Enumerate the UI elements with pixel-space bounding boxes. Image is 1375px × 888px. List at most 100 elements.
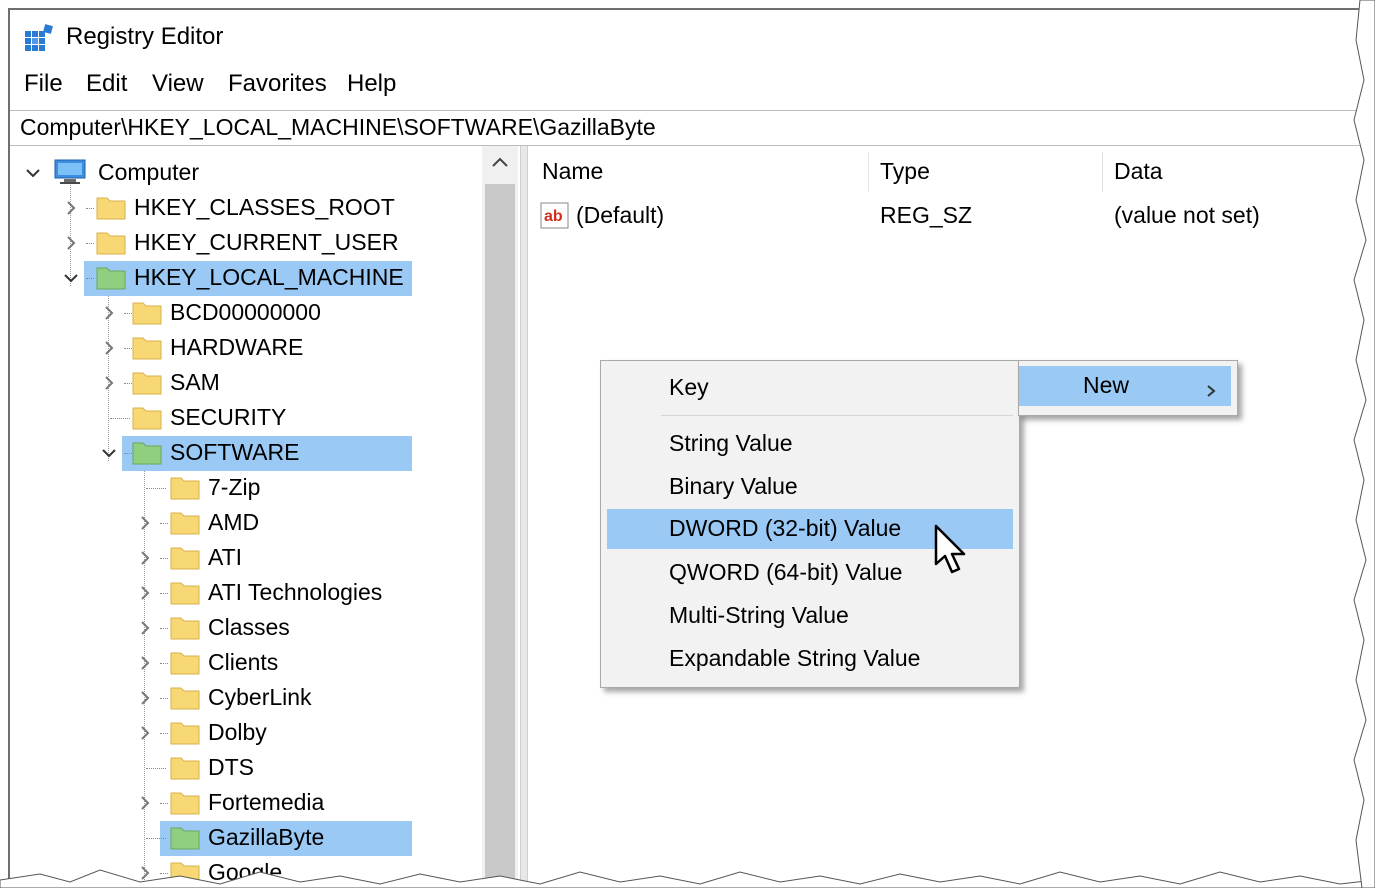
menu-file[interactable]: File [22, 70, 65, 98]
folder-icon [96, 197, 126, 220]
tree-item-label: HKEY_CLASSES_ROOT [134, 194, 395, 220]
folder-icon [170, 862, 200, 882]
tree-item-hardware[interactable]: HARDWARE [10, 331, 480, 366]
chevron-right-icon[interactable] [136, 584, 154, 602]
chevron-right-icon[interactable] [136, 549, 154, 567]
folder-icon [96, 232, 126, 255]
tree-scrollbar[interactable] [482, 146, 518, 882]
column-header-data[interactable]: Data [1114, 158, 1163, 185]
column-header-type[interactable]: Type [880, 158, 930, 185]
tree-item-ati[interactable]: ATI [10, 541, 480, 576]
chevron-right-icon[interactable] [136, 794, 154, 812]
menu-item-label: DWORD (32-bit) Value [669, 515, 902, 541]
tree-item-label: HKEY_LOCAL_MACHINE [134, 264, 404, 290]
tree-item-label: HKEY_CURRENT_USER [134, 229, 399, 255]
scroll-thumb[interactable] [485, 184, 515, 882]
tree-item-cyberlink[interactable]: CyberLink [10, 681, 480, 716]
tree-connector [124, 348, 132, 349]
menu-item-label: String Value [669, 430, 793, 456]
tree-connector [124, 383, 132, 384]
menu-item-label: QWORD (64-bit) Value [669, 559, 903, 585]
address-bar[interactable]: Computer\HKEY_LOCAL_MACHINE\SOFTWARE\Gaz… [10, 110, 1362, 146]
menu-item-label: Binary Value [669, 473, 798, 499]
chevron-right-icon[interactable] [62, 199, 80, 217]
chevron-right-icon[interactable] [100, 374, 118, 392]
tree-item-bcd00000000[interactable]: BCD00000000 [10, 296, 480, 331]
tree-item-dolby[interactable]: Dolby [10, 716, 480, 751]
menu-view[interactable]: View [150, 70, 206, 98]
chevron-right-icon[interactable] [136, 724, 154, 742]
tree-item-hkey-local-machine[interactable]: HKEY_LOCAL_MACHINE [10, 261, 480, 296]
menu-item-key[interactable]: Key [601, 371, 1019, 405]
tree-connector [160, 733, 168, 734]
tree-item-label: CyberLink [208, 684, 312, 710]
key-tree: Computer HKEY_CLASSES_ROOT HKEY_CURRENT_… [10, 146, 515, 882]
tree-item-label: Classes [208, 614, 290, 640]
tree-connector [86, 243, 94, 244]
menu-item-expandable-string-value[interactable]: Expandable String Value [601, 642, 1019, 676]
folder-open-icon [170, 827, 200, 850]
column-header-name[interactable]: Name [542, 158, 603, 185]
menu-edit[interactable]: Edit [84, 70, 129, 98]
tree-connector [86, 278, 94, 279]
tree-item-7-zip[interactable]: 7-Zip [10, 471, 480, 506]
folder-icon [170, 547, 200, 570]
tree-item-hkey-classes-root[interactable]: HKEY_CLASSES_ROOT [10, 191, 480, 226]
chevron-down-icon[interactable] [100, 444, 118, 462]
tree-item-clients[interactable]: Clients [10, 646, 480, 681]
folder-open-icon [132, 442, 162, 465]
menu-item-new[interactable]: New [1019, 366, 1231, 406]
svg-text:ab: ab [544, 208, 563, 225]
chevron-right-icon[interactable] [100, 339, 118, 357]
chevron-right-icon[interactable] [136, 864, 154, 882]
tree-item-fortemedia[interactable]: Fortemedia [10, 786, 480, 821]
chevron-down-icon[interactable] [62, 269, 80, 287]
tree-item-label: HARDWARE [170, 334, 304, 360]
tree-item-hkey-current-user[interactable]: HKEY_CURRENT_USER [10, 226, 480, 261]
tree-connector [160, 593, 168, 594]
tree-item-dts[interactable]: DTS [10, 751, 480, 786]
folder-icon [132, 372, 162, 395]
tree-connector [160, 523, 168, 524]
tree-item-sam[interactable]: SAM [10, 366, 480, 401]
tree-item-amd[interactable]: AMD [10, 506, 480, 541]
chevron-right-icon[interactable] [136, 689, 154, 707]
menu-item-multi-string-value[interactable]: Multi-String Value [601, 599, 1019, 633]
value-data: (value not set) [1114, 202, 1260, 228]
tree-item-label: AMD [208, 509, 260, 535]
menu-item-binary-value[interactable]: Binary Value [601, 470, 1019, 504]
tree-item-computer[interactable]: Computer [10, 156, 480, 191]
tree-item-label: SAM [170, 369, 220, 395]
folder-icon [170, 652, 200, 675]
chevron-right-icon[interactable] [100, 304, 118, 322]
tree-item-ati-technologies[interactable]: ATI Technologies [10, 576, 480, 611]
folder-icon [170, 617, 200, 640]
tree-item-google[interactable]: Google [10, 856, 480, 882]
address-path[interactable]: Computer\HKEY_LOCAL_MACHINE\SOFTWARE\Gaz… [20, 114, 656, 141]
menu-help[interactable]: Help [345, 70, 398, 98]
tree-item-label: 7-Zip [208, 474, 261, 500]
chevron-right-icon[interactable] [62, 234, 80, 252]
tree-item-security[interactable]: SECURITY [10, 401, 480, 436]
folder-icon [170, 792, 200, 815]
menu-bar: File Edit View Favorites Help [10, 70, 1362, 104]
tree-connector [160, 663, 168, 664]
chevron-down-icon[interactable] [24, 164, 42, 182]
column-divider[interactable] [868, 152, 869, 192]
tree-item-software[interactable]: SOFTWARE [10, 436, 480, 471]
tree-connector [160, 698, 168, 699]
column-divider[interactable] [1102, 152, 1103, 192]
tree-item-gazillabyte[interactable]: GazillaByte [10, 821, 480, 856]
context-menu-new: New [1018, 360, 1238, 416]
tree-connector [124, 313, 132, 314]
title-bar[interactable]: Registry Editor [10, 10, 1362, 62]
menu-favorites[interactable]: Favorites [226, 70, 329, 98]
chevron-right-icon[interactable] [136, 514, 154, 532]
tree-item-classes[interactable]: Classes [10, 611, 480, 646]
menu-item-string-value[interactable]: String Value [601, 427, 1019, 461]
folder-icon [132, 337, 162, 360]
pane-splitter[interactable] [520, 146, 528, 882]
chevron-right-icon[interactable] [136, 619, 154, 637]
chevron-right-icon[interactable] [136, 654, 154, 672]
chevron-up-icon[interactable] [490, 154, 510, 170]
